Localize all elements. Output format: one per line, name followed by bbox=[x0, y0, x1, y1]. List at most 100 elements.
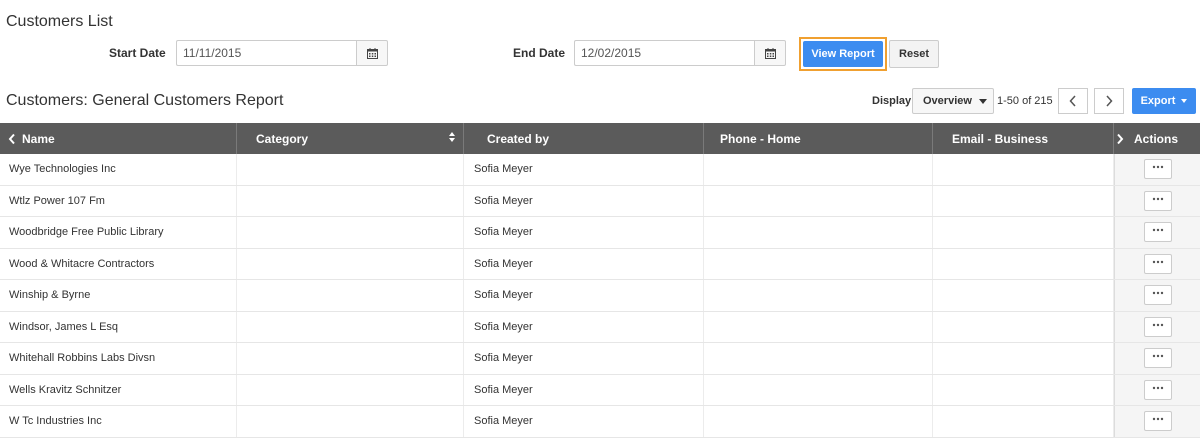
display-select[interactable]: Overview bbox=[912, 88, 994, 114]
cell-name: Wood & Whitacre Contractors bbox=[0, 248, 237, 279]
cell-phone-home bbox=[704, 406, 933, 437]
more-dots-icon bbox=[1152, 197, 1163, 200]
row-actions-button[interactable] bbox=[1143, 285, 1172, 306]
cell-actions bbox=[1114, 217, 1200, 248]
export-label: Export bbox=[1140, 95, 1176, 107]
chevron-right-icon bbox=[1106, 95, 1113, 107]
cell-category bbox=[237, 154, 464, 185]
sort-icon[interactable] bbox=[449, 132, 455, 144]
row-actions-button[interactable] bbox=[1143, 159, 1172, 180]
table-row[interactable]: Wye Technologies Inc Sofia Meyer bbox=[0, 154, 1200, 186]
column-header-name-label: Name bbox=[22, 131, 55, 146]
cell-actions bbox=[1114, 248, 1200, 279]
cell-phone-home bbox=[704, 248, 933, 279]
chevron-right-icon[interactable] bbox=[1116, 133, 1124, 145]
start-date-label: Start Date bbox=[109, 46, 166, 60]
table-row[interactable]: Woodbridge Free Public Library Sofia Meye… bbox=[0, 217, 1200, 249]
cell-created-by: Sofia Meyer bbox=[464, 406, 704, 437]
caret-down-icon bbox=[978, 98, 987, 104]
view-report-highlight: View Report bbox=[799, 37, 887, 71]
cell-email-business bbox=[933, 311, 1114, 342]
row-actions-button[interactable] bbox=[1143, 316, 1172, 337]
column-header-name[interactable]: Name bbox=[0, 123, 237, 154]
cell-phone-home bbox=[704, 374, 933, 405]
calendar-icon bbox=[764, 47, 776, 59]
end-date-group bbox=[574, 40, 786, 66]
page-title: Customers List bbox=[6, 13, 113, 30]
start-date-input[interactable] bbox=[176, 40, 356, 66]
cell-actions bbox=[1114, 374, 1200, 405]
report-title: Customers: General Customers Report bbox=[6, 92, 284, 109]
cell-created-by: Sofia Meyer bbox=[464, 374, 704, 405]
cell-name: Woodbridge Free Public Library bbox=[0, 217, 237, 248]
cell-name: W Tc Industries Inc bbox=[0, 406, 237, 437]
more-dots-icon bbox=[1152, 323, 1163, 326]
cell-created-by: Sofia Meyer bbox=[464, 248, 704, 279]
pager-text: 1-50 of 215 bbox=[997, 95, 1053, 107]
column-header-category-label: Category bbox=[256, 131, 309, 146]
column-header-category[interactable]: Category bbox=[237, 123, 464, 154]
more-dots-icon bbox=[1152, 229, 1163, 232]
end-date-input[interactable] bbox=[574, 40, 754, 66]
end-date-label: End Date bbox=[513, 46, 566, 60]
table-row[interactable]: Wells Kravitz Schnitzer Sofia Meyer bbox=[0, 374, 1200, 406]
cell-created-by: Sofia Meyer bbox=[464, 185, 704, 216]
cell-email-business bbox=[933, 248, 1114, 279]
cell-category bbox=[237, 185, 464, 216]
cell-category bbox=[237, 343, 464, 374]
table-row[interactable]: Windsor, James L Esq Sofia Meyer bbox=[0, 311, 1200, 343]
prev-page-button[interactable] bbox=[1058, 88, 1088, 114]
column-header-email-business[interactable]: Email - Business bbox=[933, 123, 1114, 154]
cell-name: Winship & Byrne bbox=[0, 280, 237, 311]
display-label: Display bbox=[872, 95, 912, 107]
row-actions-button[interactable] bbox=[1143, 348, 1172, 369]
column-header-actions[interactable]: Actions bbox=[1114, 123, 1200, 154]
customers-grid: Name Category Created by Phone - Home Em… bbox=[0, 123, 1200, 438]
cell-name: Wells Kravitz Schnitzer bbox=[0, 374, 237, 405]
cell-email-business bbox=[933, 185, 1114, 216]
row-actions-button[interactable] bbox=[1143, 190, 1172, 211]
more-dots-icon bbox=[1152, 260, 1163, 263]
column-header-created-by-label: Created by bbox=[487, 131, 550, 146]
cell-phone-home bbox=[704, 185, 933, 216]
more-dots-icon bbox=[1152, 386, 1163, 389]
reset-button[interactable]: Reset bbox=[889, 40, 939, 68]
chevron-left-icon[interactable] bbox=[8, 133, 16, 145]
display-select-value: Overview bbox=[923, 95, 972, 107]
table-row[interactable]: Winship & Byrne Sofia Meyer bbox=[0, 280, 1200, 312]
grid-body: Wye Technologies Inc Sofia Meyer Wtlz Powe… bbox=[0, 154, 1200, 438]
cell-name: Whitehall Robbins Labs Divsn bbox=[0, 343, 237, 374]
cell-category bbox=[237, 406, 464, 437]
cell-name: Windsor, James L Esq bbox=[0, 311, 237, 342]
cell-actions bbox=[1114, 185, 1200, 216]
row-actions-button[interactable] bbox=[1143, 222, 1172, 243]
table-row[interactable]: Wtlz Power 107 Fm Sofia Meyer bbox=[0, 185, 1200, 217]
row-actions-button[interactable] bbox=[1143, 411, 1172, 432]
cell-name: Wye Technologies Inc bbox=[0, 154, 237, 185]
cell-category bbox=[237, 217, 464, 248]
next-page-button[interactable] bbox=[1094, 88, 1124, 114]
cell-created-by: Sofia Meyer bbox=[464, 280, 704, 311]
export-button[interactable]: Export bbox=[1132, 88, 1196, 114]
table-row[interactable]: Wood & Whitacre Contractors Sofia Meyer bbox=[0, 248, 1200, 280]
calendar-icon bbox=[366, 47, 378, 59]
more-dots-icon bbox=[1152, 292, 1163, 295]
row-actions-button[interactable] bbox=[1143, 379, 1172, 400]
row-actions-button[interactable] bbox=[1143, 253, 1172, 274]
grid-header: Name Category Created by Phone - Home Em… bbox=[0, 123, 1200, 154]
table-row[interactable]: W Tc Industries Inc Sofia Meyer bbox=[0, 406, 1200, 438]
cell-phone-home bbox=[704, 343, 933, 374]
column-header-created-by[interactable]: Created by bbox=[464, 123, 704, 154]
cell-phone-home bbox=[704, 154, 933, 185]
end-date-calendar-button[interactable] bbox=[754, 40, 786, 66]
start-date-calendar-button[interactable] bbox=[356, 40, 388, 66]
cell-created-by: Sofia Meyer bbox=[464, 154, 704, 185]
cell-created-by: Sofia Meyer bbox=[464, 217, 704, 248]
cell-email-business bbox=[933, 154, 1114, 185]
view-report-button[interactable]: View Report bbox=[803, 41, 883, 67]
cell-category bbox=[237, 280, 464, 311]
column-header-email-business-label: Email - Business bbox=[952, 131, 1049, 146]
table-row[interactable]: Whitehall Robbins Labs Divsn Sofia Meyer bbox=[0, 343, 1200, 375]
cell-category bbox=[237, 374, 464, 405]
column-header-phone-home[interactable]: Phone - Home bbox=[704, 123, 933, 154]
